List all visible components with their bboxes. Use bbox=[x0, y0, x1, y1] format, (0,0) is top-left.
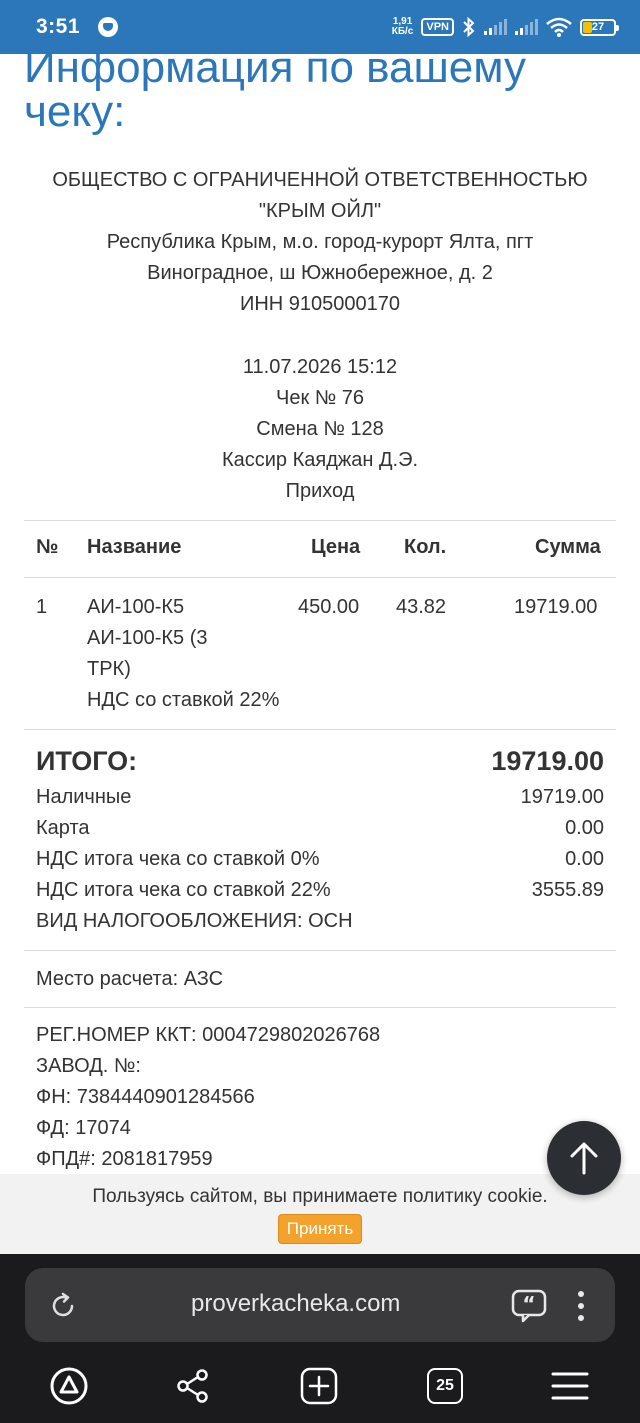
plus-square-icon bbox=[300, 1367, 338, 1405]
signal-icon-2 bbox=[515, 19, 538, 35]
receipt-operation: Приход bbox=[285, 480, 355, 502]
status-icons: 1,91 КБ/с VPN 27 bbox=[391, 16, 619, 37]
more-menu-icon[interactable] bbox=[577, 1290, 585, 1322]
total-value: 19719.00 bbox=[491, 746, 604, 776]
tabs-button[interactable]: 25 bbox=[423, 1364, 467, 1408]
company-address: Республика Крым, м.о. город-курорт Ялта,… bbox=[106, 231, 534, 253]
bluetooth-icon bbox=[463, 17, 475, 37]
battery-icon: 27 bbox=[580, 18, 619, 36]
cookie-accept-button[interactable]: Принять bbox=[277, 1214, 363, 1244]
wifi-icon bbox=[546, 17, 572, 37]
cash-row: Наличные 19719.00 bbox=[36, 786, 604, 808]
alice-icon bbox=[50, 1367, 88, 1405]
receipt-cashier: Кассир Каяджан Д.Э. bbox=[221, 449, 419, 471]
settlement-place: Место расчета: АЗС bbox=[36, 968, 224, 990]
col-header-price: Цена bbox=[311, 536, 361, 558]
item-qty: 43.82 bbox=[396, 596, 447, 618]
hamburger-icon bbox=[551, 1372, 589, 1400]
network-speed: 1,91 КБ/с bbox=[391, 16, 414, 37]
tabs-count: 25 bbox=[427, 1368, 463, 1404]
item-sum: 19719.00 bbox=[514, 596, 598, 618]
cookie-text: Пользуясь сайтом, вы принимаете политику… bbox=[92, 1186, 548, 1207]
kkt-reg-number: РЕГ.НОМЕР ККТ: 0004729802026768 bbox=[36, 1024, 381, 1046]
totals-section: ИТОГО: 19719.00 Наличные 19719.00 Карта … bbox=[36, 742, 604, 937]
receipt-datetime: 11.07.2026 15:12 bbox=[242, 356, 398, 378]
col-header-no: № bbox=[36, 536, 59, 558]
col-header-name: Название bbox=[87, 536, 182, 558]
fn-number: ФН: 7384440901284566 bbox=[36, 1086, 255, 1108]
share-button[interactable] bbox=[171, 1364, 215, 1408]
scroll-top-button[interactable] bbox=[547, 1121, 621, 1195]
fpd-number: ФПД#: 2081817959 bbox=[36, 1148, 213, 1170]
receipt-number: Чек № 76 bbox=[275, 387, 365, 409]
receipt-shift: Смена № 128 bbox=[256, 418, 384, 440]
item-no: 1 bbox=[36, 596, 48, 618]
col-header-sum: Сумма bbox=[535, 536, 601, 558]
tax-system-row: ВИД НАЛОГООБЛОЖЕНИЯ: ОСН bbox=[36, 910, 353, 932]
notification-app-icon bbox=[98, 17, 119, 37]
menu-button[interactable] bbox=[548, 1364, 592, 1408]
divider bbox=[24, 1007, 616, 1008]
fd-number: ФД: 17074 bbox=[36, 1117, 131, 1139]
url-text[interactable]: proverkacheka.com bbox=[191, 1290, 400, 1318]
status-time: 3:51 bbox=[36, 15, 81, 38]
browser-nav: 25 bbox=[0, 1364, 640, 1408]
page-title: Информация по вашему чеку: bbox=[24, 43, 527, 136]
item-name: АИ-100-К5 АИ-100-К5 (3 ТРК) НДС со ставк… bbox=[87, 592, 287, 716]
registration-info: РЕГ.НОМЕР ККТ: 0004729802026768 ЗАВОД. №… bbox=[36, 1020, 380, 1175]
signal-icon-1 bbox=[484, 19, 507, 35]
alice-assistant-button[interactable] bbox=[47, 1364, 91, 1408]
item-vat: НДС со ставкой 22% bbox=[87, 689, 280, 711]
share-icon bbox=[177, 1369, 208, 1403]
reload-icon[interactable] bbox=[49, 1292, 77, 1320]
arrow-up-icon bbox=[570, 1142, 598, 1175]
item-price: 450.00 bbox=[298, 596, 360, 618]
total-row: ИТОГО: 19719.00 bbox=[36, 742, 604, 780]
vpn-icon: VPN bbox=[421, 18, 454, 36]
company-name: "КРЫМ ОЙЛ" bbox=[258, 200, 382, 222]
company-address: Виноградное, ш Южнобережное, д. 2 bbox=[147, 262, 493, 284]
divider bbox=[24, 520, 616, 521]
company-name: ОБЩЕСТВО С ОГРАНИЧЕННОЙ ОТВЕТСТВЕННОСТЬЮ bbox=[52, 169, 588, 191]
col-header-qty: Кол. bbox=[404, 536, 447, 558]
company-info: ОБЩЕСТВО С ОГРАНИЧЕННОЙ ОТВЕТСТВЕННОСТЬЮ… bbox=[24, 165, 616, 320]
factory-number: ЗАВОД. №: bbox=[36, 1055, 141, 1077]
vat22-row: НДС итога чека со ставкой 22% 3555.89 bbox=[36, 879, 604, 901]
vat0-row: НДС итога чека со ставкой 0% 0.00 bbox=[36, 848, 604, 870]
company-inn: ИНН 9105000170 bbox=[239, 293, 401, 315]
reader-mode-icon[interactable]: “ bbox=[511, 1288, 547, 1324]
svg-text:“: “ bbox=[522, 1292, 535, 1316]
cookie-banner: Пользуясь сайтом, вы принимаете политику… bbox=[0, 1174, 640, 1254]
receipt-meta: 11.07.2026 15:12 Чек № 76 Смена № 128 Ка… bbox=[24, 352, 616, 507]
card-row: Карта 0.00 bbox=[36, 817, 604, 839]
divider bbox=[24, 729, 616, 730]
divider bbox=[24, 577, 616, 578]
address-bar[interactable]: proverkacheka.com “ bbox=[25, 1268, 615, 1342]
divider bbox=[24, 950, 616, 951]
browser-bar: proverkacheka.com “ 25 bbox=[0, 1254, 640, 1423]
new-tab-button[interactable] bbox=[297, 1364, 341, 1408]
